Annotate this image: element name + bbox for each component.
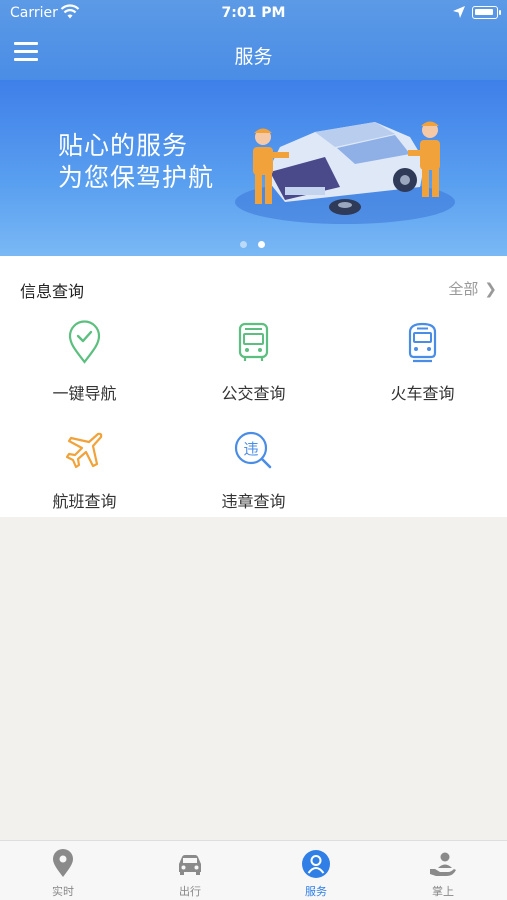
- hand-user-icon: [430, 852, 456, 876]
- train-icon: [408, 322, 437, 363]
- status-bar: Carrier 7:01 PM: [0, 0, 507, 28]
- svg-text:违: 违: [243, 440, 258, 458]
- grid-item-navigation[interactable]: 一键导航: [0, 320, 169, 420]
- banner-line-2: 为您保驾护航: [58, 163, 215, 192]
- chevron-right-icon: ❯: [484, 280, 497, 298]
- grid-item-flight[interactable]: 航班查询: [0, 428, 169, 528]
- carousel-dot-1[interactable]: [240, 241, 247, 248]
- bus-icon: [238, 322, 269, 361]
- section-header: 信息查询 全部 ❯: [0, 256, 507, 306]
- carousel-dot-2[interactable]: [258, 241, 265, 248]
- location-pin-icon: [53, 849, 73, 877]
- grid-item-label: 火车查询: [390, 384, 455, 403]
- grid-item-violation[interactable]: 违 违章查询: [169, 428, 338, 528]
- grid-item-train[interactable]: 火车查询: [338, 320, 507, 420]
- car-icon: [179, 855, 201, 875]
- section-title: 信息查询: [20, 282, 85, 301]
- tab-handheld[interactable]: 掌上: [380, 841, 506, 900]
- header: Carrier 7:01 PM 服务: [0, 0, 507, 80]
- tab-travel[interactable]: 出行: [127, 841, 253, 900]
- violation-search-icon: 违: [234, 431, 272, 469]
- info-query-section: 信息查询 全部 ❯ 一键导航 公交查询 火车查询 航班查询 违 违章查询: [0, 256, 507, 517]
- banner-carousel[interactable]: 贴心的服务 为您保驾护航: [0, 80, 507, 256]
- grid-item-label: 公交查询: [221, 384, 286, 403]
- tab-label: 掌上: [432, 885, 454, 898]
- banner-line-1: 贴心的服务: [58, 131, 189, 160]
- status-time: 7:01 PM: [221, 5, 286, 21]
- tab-label: 服务: [305, 885, 327, 898]
- tab-label: 出行: [179, 885, 201, 898]
- view-all-label: 全部: [448, 280, 479, 298]
- car-repair-illustration: [235, 121, 455, 224]
- tab-label: 实时: [52, 885, 74, 898]
- grid-item-label: 航班查询: [52, 492, 117, 511]
- nav-bar: 服务: [0, 30, 507, 80]
- grid-item-bus[interactable]: 公交查询: [169, 320, 338, 420]
- carousel-dots: [240, 233, 276, 252]
- tab-bar: 实时 出行 服务 掌上: [0, 840, 507, 900]
- tab-realtime[interactable]: 实时: [0, 841, 126, 900]
- grid-item-label: 违章查询: [221, 492, 286, 511]
- tab-service[interactable]: 服务: [253, 841, 379, 900]
- grid-item-label: 一键导航: [52, 384, 117, 403]
- page-title: 服务: [234, 46, 273, 68]
- location-arrow-icon: [453, 6, 465, 18]
- airplane-icon: [65, 432, 103, 469]
- view-all-link[interactable]: 全部 ❯: [448, 278, 497, 299]
- location-check-icon: [68, 320, 101, 364]
- battery-icon: [472, 6, 501, 19]
- user-icon: [302, 850, 330, 878]
- banner-text: 贴心的服务 为您保驾护航: [58, 130, 214, 194]
